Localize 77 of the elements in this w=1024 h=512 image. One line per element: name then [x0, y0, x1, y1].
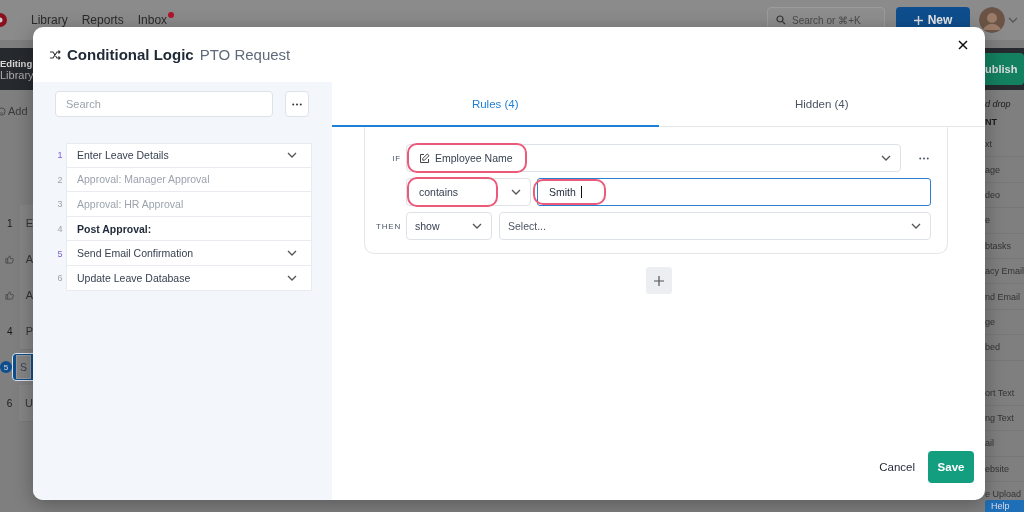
palette-item[interactable]: age	[985, 164, 1001, 175]
plus-icon	[653, 275, 664, 286]
chevron-down-icon	[511, 189, 521, 195]
palette-item[interactable]: xt	[985, 139, 992, 150]
action-select[interactable]: show	[406, 212, 492, 240]
editing-title: Editing	[0, 57, 33, 69]
step-number: 5	[0, 361, 12, 373]
more-button[interactable]	[285, 91, 309, 117]
step-card[interactable]: A	[19, 240, 33, 278]
tab[interactable]: Hidden (4)	[658, 82, 985, 127]
dialog-title: Conditional Logic	[67, 46, 194, 63]
step-card[interactable]: E	[19, 204, 33, 242]
step-card[interactable]: A	[19, 276, 33, 314]
then-label: THEN	[375, 221, 401, 231]
dialog-subtitle: PTO Request	[199, 46, 291, 63]
search-field[interactable]: Search	[55, 91, 273, 117]
avatar[interactable]	[979, 7, 1005, 33]
cancel-button[interactable]: Cancel	[878, 461, 916, 473]
palette-item[interactable]: ebsite	[985, 463, 1010, 474]
step-item[interactable]: Post Approval:	[66, 216, 312, 242]
palette-item[interactable]: ge	[985, 316, 995, 327]
step-number: 6	[56, 273, 64, 284]
help-button[interactable]: Help	[985, 500, 1024, 512]
nav-link[interactable]: Inbox	[137, 11, 175, 29]
step-item[interactable]: Update Leave Database	[66, 265, 312, 291]
add-link[interactable]: Add	[8, 105, 28, 117]
nav-link[interactable]: Reports	[81, 11, 124, 29]
chevron-down-icon	[287, 152, 297, 159]
step-number: 3	[56, 199, 64, 210]
palette-item[interactable]: deo	[985, 189, 1001, 200]
step-number: 2	[56, 174, 64, 185]
chevron-down-icon	[911, 223, 921, 229]
step-number: 1	[56, 150, 64, 161]
step-number: 4	[7, 325, 13, 337]
close-icon	[958, 40, 968, 50]
edit-icon	[419, 152, 430, 164]
chevron-down-icon	[472, 223, 482, 229]
chevron-down-icon	[287, 274, 297, 281]
smiley-icon	[0, 106, 6, 116]
add-rule-button[interactable]	[645, 267, 672, 294]
step-number: 4	[56, 224, 64, 235]
palette-item[interactable]: btasks	[985, 240, 1011, 251]
hint-text: d drop	[985, 99, 1012, 109]
step-card[interactable]: P	[19, 312, 33, 350]
thumbs-up-icon	[5, 254, 15, 264]
section-heading: NT	[985, 117, 998, 127]
step-item[interactable]: Send Email Confirmation	[66, 241, 312, 266]
field-select[interactable]: Employee Name	[406, 144, 901, 172]
breadcrumb-link[interactable]: Library	[0, 68, 33, 81]
nav-link[interactable]: Library	[31, 11, 68, 29]
tab[interactable]: Rules (4)	[332, 82, 659, 127]
publish-button[interactable]: ublish	[985, 53, 1024, 85]
palette-item[interactable]: e Upload	[985, 489, 1022, 500]
thumbs-up-icon	[5, 290, 15, 300]
chevron-down-icon	[881, 155, 891, 161]
palette-item[interactable]: acy Email	[985, 266, 1024, 277]
shuffle-icon	[50, 49, 61, 60]
step-item[interactable]: Enter Leave Details	[66, 143, 312, 168]
step-number: 5	[56, 248, 64, 259]
chevron-down-icon	[287, 250, 297, 257]
palette-item[interactable]: ng Text	[985, 413, 1014, 424]
search-icon	[776, 15, 786, 25]
more-icon	[292, 102, 302, 106]
palette-item[interactable]: bed	[985, 342, 1001, 353]
target-select[interactable]: Select...	[499, 212, 931, 240]
step-number: 1	[7, 217, 13, 229]
caret-icon	[1008, 17, 1018, 23]
palette-item[interactable]: ort Text	[985, 387, 1015, 398]
palette-item[interactable]: nd Email	[985, 291, 1020, 302]
if-label: IF	[391, 153, 401, 163]
save-button[interactable]: Save	[928, 451, 974, 483]
text-cursor	[580, 186, 582, 198]
plus-icon	[913, 15, 923, 25]
step-number: 6	[6, 397, 13, 409]
step-card[interactable]: U	[19, 384, 33, 422]
more-icon	[919, 156, 929, 160]
operator-select[interactable]: contains	[406, 178, 531, 206]
